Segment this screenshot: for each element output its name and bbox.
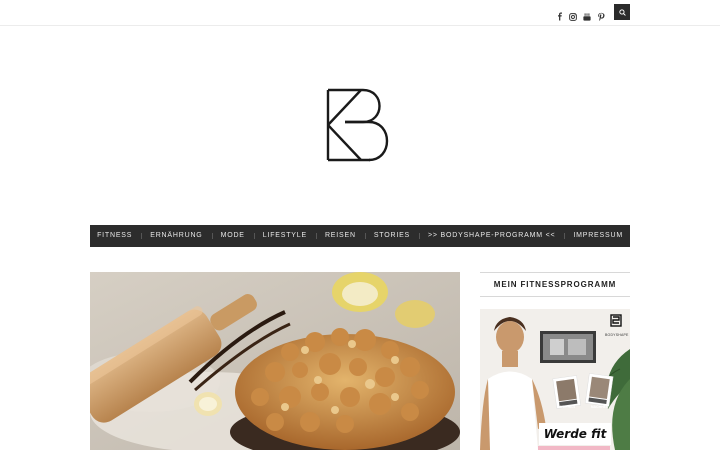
sidebar-widget-title: MEIN FITNESSPROGRAMM xyxy=(493,280,617,289)
promo-brand-label: BODYSHAPE xyxy=(605,333,629,337)
top-bar xyxy=(0,0,720,26)
nav-item-mode[interactable]: MODE xyxy=(211,225,254,247)
featured-post-image[interactable] xyxy=(90,272,460,450)
promo-cta-text: Werde fit xyxy=(539,423,611,445)
facebook-icon[interactable] xyxy=(556,8,564,21)
pinterest-icon[interactable] xyxy=(597,8,606,21)
apple-crumble-cake-photo xyxy=(90,272,460,450)
search-icon xyxy=(618,8,626,16)
nav-item-ernaehrung[interactable]: ERNÄHRUNG xyxy=(141,225,211,247)
site-logo[interactable] xyxy=(325,88,395,162)
nav-item-bodyshape-programm[interactable]: >> BODYSHAPE-PROGRAMM << xyxy=(419,225,564,247)
sidebar-widget-header: MEIN FITNESSPROGRAMM xyxy=(480,272,630,297)
fitness-program-promo[interactable]: BODYSHAPE VORHER NACHHER Werde fit xyxy=(480,309,630,450)
polaroid-after-label: NACHHER xyxy=(591,405,609,409)
nav-item-lifestyle[interactable]: LIFESTYLE xyxy=(253,225,316,247)
instagram-icon[interactable] xyxy=(569,8,578,21)
nav-item-stories[interactable]: STORIES xyxy=(364,225,419,247)
nav-item-fitness[interactable]: FITNESS xyxy=(88,225,141,247)
main-navigation: FITNESS ERNÄHRUNG MODE LIFESTYLE REISEN … xyxy=(90,225,630,247)
nav-item-impressum[interactable]: IMPRESSUM xyxy=(564,225,632,247)
search-button[interactable] xyxy=(614,4,630,20)
youtube-icon[interactable] xyxy=(583,8,592,21)
kb-logo-mark xyxy=(326,88,389,162)
nav-item-reisen[interactable]: REISEN xyxy=(315,225,365,247)
polaroid-before-label: VORHER xyxy=(560,405,575,409)
